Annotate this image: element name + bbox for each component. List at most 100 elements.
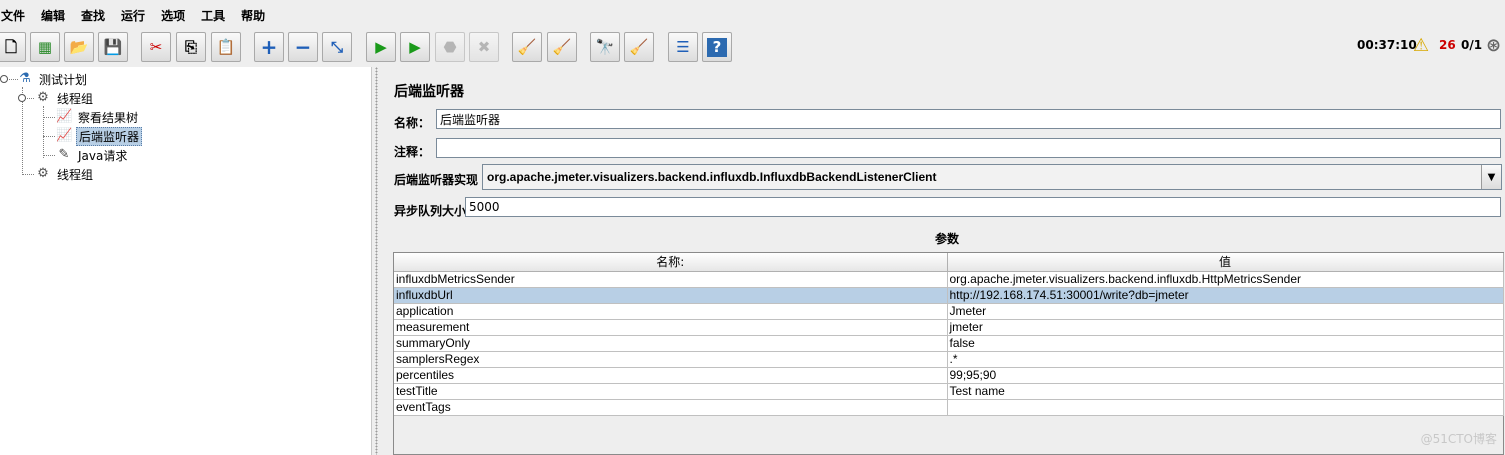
tree-item-view-results-tree[interactable]: 📈 察看结果树 bbox=[56, 108, 140, 126]
param-name[interactable]: samplersRegex bbox=[394, 351, 948, 368]
stop-button[interactable]: ⬣ bbox=[435, 32, 465, 62]
chevron-down-icon[interactable]: ▼ bbox=[1481, 165, 1501, 189]
tree-item-label: 线程组 bbox=[57, 167, 94, 182]
clear-button[interactable]: 🧹 bbox=[512, 32, 542, 62]
tree-item-test-plan[interactable]: ⚗ 测试计划 bbox=[17, 70, 89, 88]
param-name[interactable]: measurement bbox=[394, 319, 948, 336]
clear-all-button[interactable]: 🧹 bbox=[547, 32, 577, 62]
tree-item-thread-group[interactable]: ⚙ 线程组 bbox=[35, 165, 95, 183]
clear-all-icon: 🧹 bbox=[552, 37, 572, 56]
elapsed-time: 00:37:10 bbox=[1357, 38, 1417, 52]
menu-edit[interactable]: 编辑 bbox=[41, 7, 65, 24]
function-helper-button[interactable]: ☰ bbox=[668, 32, 698, 62]
menu-tools[interactable]: 工具 bbox=[201, 7, 225, 24]
queue-size-input[interactable] bbox=[465, 197, 1501, 217]
backend-listener-panel: 后端监听器 名称： 注释： 后端监听器实现 org.apache.jmeter.… bbox=[382, 67, 1505, 455]
watermark: @51CTO博客 bbox=[1420, 432, 1497, 446]
param-value[interactable] bbox=[947, 399, 1504, 416]
param-name[interactable]: summaryOnly bbox=[394, 335, 948, 352]
table-row[interactable]: influxdbMetricsSender org.apache.jmeter.v… bbox=[394, 271, 1504, 288]
warning-icon[interactable]: ⚠ bbox=[1413, 35, 1429, 56]
panel-title: 后端监听器 bbox=[394, 84, 464, 100]
param-value[interactable]: Jmeter bbox=[947, 303, 1504, 320]
open-button[interactable]: 📂 bbox=[64, 32, 94, 62]
table-row[interactable]: samplersRegex .* bbox=[394, 351, 1504, 368]
start-icon: ▶ bbox=[375, 37, 387, 56]
menu-help[interactable]: 帮助 bbox=[241, 7, 265, 24]
shutdown-button[interactable]: ✖ bbox=[469, 32, 499, 62]
param-value[interactable]: .* bbox=[947, 351, 1504, 368]
param-name[interactable]: application bbox=[394, 303, 948, 320]
toggle-button[interactable]: ⤡ bbox=[322, 32, 352, 62]
param-name[interactable]: testTitle bbox=[394, 383, 948, 400]
param-value[interactable]: jmeter bbox=[947, 319, 1504, 336]
thread-count: 0/1 bbox=[1461, 38, 1483, 52]
error-count[interactable]: 26 bbox=[1439, 38, 1456, 52]
param-name[interactable]: eventTags bbox=[394, 399, 948, 416]
tree-item-label: 测试计划 bbox=[39, 72, 88, 87]
chart-icon: 📈 bbox=[56, 109, 73, 124]
param-name[interactable]: influxdbUrl bbox=[394, 287, 948, 304]
stop-icon: ⬣ bbox=[443, 37, 457, 56]
help-button[interactable]: ? bbox=[702, 32, 732, 62]
menu-file[interactable]: 文件 bbox=[1, 7, 25, 24]
param-name[interactable]: influxdbMetricsSender bbox=[394, 271, 948, 288]
table-row[interactable]: application Jmeter bbox=[394, 303, 1504, 320]
remote-status-icon: ⊛ bbox=[1486, 35, 1502, 56]
param-value[interactable]: http://192.168.174.51:30001/write?db=jme… bbox=[947, 287, 1504, 304]
paste-button[interactable]: 📋 bbox=[211, 32, 241, 62]
new-icon: 🗋 bbox=[4, 37, 18, 56]
tree-item-java-request[interactable]: ✎ Java请求 bbox=[56, 146, 129, 164]
save-button[interactable]: 💾 bbox=[98, 32, 128, 62]
implementation-select[interactable]: org.apache.jmeter.visualizers.backend.in… bbox=[482, 164, 1502, 190]
panel-splitter[interactable] bbox=[371, 67, 381, 455]
copy-button[interactable]: ⎘ bbox=[176, 32, 206, 62]
table-row[interactable]: measurement jmeter bbox=[394, 319, 1504, 336]
table-row[interactable]: testTitle Test name bbox=[394, 383, 1504, 400]
name-label: 名称： bbox=[394, 116, 431, 130]
param-name[interactable]: percentiles bbox=[394, 367, 948, 384]
tree-item-label: 线程组 bbox=[57, 91, 94, 106]
shutdown-icon: ✖ bbox=[477, 37, 491, 56]
param-value[interactable]: false bbox=[947, 335, 1504, 352]
new-button[interactable]: 🗋 bbox=[0, 32, 26, 62]
implementation-label: 后端监听器实现 bbox=[394, 173, 479, 187]
name-input[interactable] bbox=[436, 109, 1501, 129]
expand-all-button[interactable]: + bbox=[254, 32, 284, 62]
flask-icon: ⚗ bbox=[19, 71, 31, 86]
table-row[interactable]: influxdbUrl http://192.168.174.51:30001/w… bbox=[394, 287, 1504, 304]
param-value[interactable]: org.apache.jmeter.visualizers.backend.in… bbox=[947, 271, 1504, 288]
param-value[interactable]: 99;95;90 bbox=[947, 367, 1504, 384]
table-row[interactable]: summaryOnly false bbox=[394, 335, 1504, 352]
clear-icon: 🧹 bbox=[517, 37, 537, 56]
queue-size-label: 异步队列大小 bbox=[394, 204, 467, 218]
param-value[interactable]: Test name bbox=[947, 383, 1504, 400]
cut-button[interactable]: ✂ bbox=[141, 32, 171, 62]
save-icon: 💾 bbox=[103, 37, 123, 56]
help-icon: ? bbox=[706, 37, 728, 57]
search-button[interactable]: 🔭 bbox=[590, 32, 620, 62]
tree-item-backend-listener[interactable]: 📈 后端监听器 bbox=[56, 126, 143, 146]
menu-search[interactable]: 查找 bbox=[81, 7, 105, 24]
gear-icon: ⚙ bbox=[37, 166, 49, 181]
open-icon: 📂 bbox=[69, 37, 89, 56]
expand-toggle[interactable] bbox=[18, 94, 26, 102]
tree-item-thread-group[interactable]: ⚙ 线程组 bbox=[35, 89, 95, 107]
start-no-pause-button[interactable]: ▶ bbox=[400, 32, 430, 62]
expand-toggle[interactable] bbox=[0, 75, 8, 83]
comment-label: 注释： bbox=[394, 145, 431, 159]
chart-icon: 📈 bbox=[56, 128, 73, 143]
tree-item-label: 察看结果树 bbox=[78, 110, 139, 125]
reset-search-button[interactable]: 🧹 bbox=[624, 32, 654, 62]
column-header-value[interactable]: 值 bbox=[947, 253, 1504, 272]
table-row[interactable]: percentiles 99;95;90 bbox=[394, 367, 1504, 384]
comment-input[interactable] bbox=[436, 138, 1501, 158]
collapse-all-button[interactable]: − bbox=[288, 32, 318, 62]
start-button[interactable]: ▶ bbox=[366, 32, 396, 62]
column-header-name[interactable]: 名称: bbox=[394, 253, 948, 272]
table-row[interactable]: eventTags bbox=[394, 399, 1504, 416]
menu-run[interactable]: 运行 bbox=[121, 7, 145, 24]
templates-button[interactable]: ▦ bbox=[30, 32, 60, 62]
copy-icon: ⎘ bbox=[184, 37, 197, 56]
menu-options[interactable]: 选项 bbox=[161, 7, 185, 24]
